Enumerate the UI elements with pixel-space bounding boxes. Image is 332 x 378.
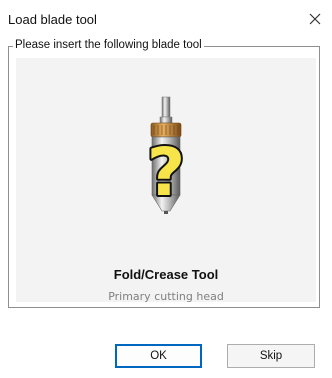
groupbox-legend: Please insert the following blade tool [13,39,204,51]
skip-button[interactable]: Skip [227,344,315,368]
blade-tool-icon: ? [145,96,187,214]
svg-text:?: ? [147,134,185,211]
load-blade-tool-dialog: Load blade tool Please insert the follow… [0,0,332,378]
question-mark-icon: ? [145,132,187,213]
close-button[interactable] [304,8,326,30]
tool-name: Fold/Crease Tool [113,267,219,282]
close-icon [309,13,321,25]
title-bar: Load blade tool [0,0,332,36]
window-title: Load blade tool [8,12,97,27]
tool-subtitle: Primary cutting head [108,290,224,303]
ok-button[interactable]: OK [115,344,202,368]
